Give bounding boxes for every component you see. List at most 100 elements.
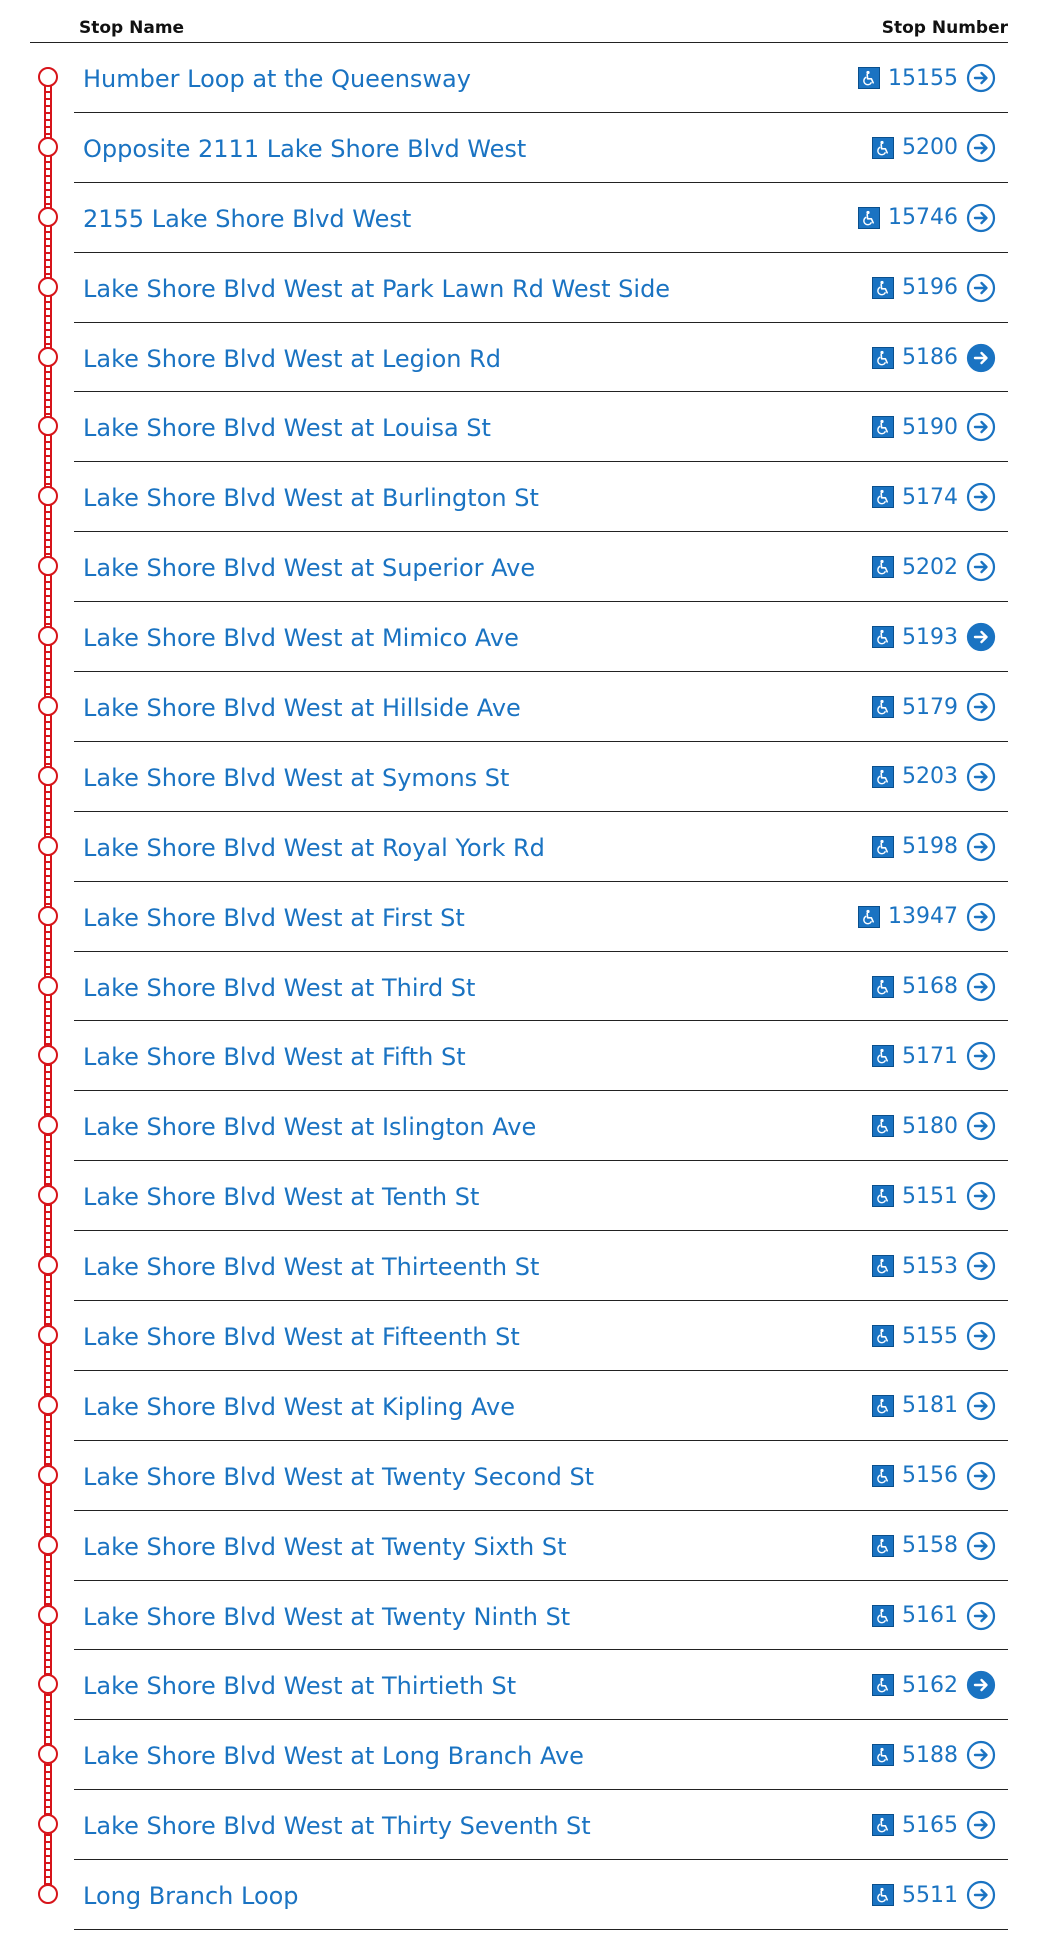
- stop-name-link[interactable]: Lake Shore Blvd West at Twenty Ninth St: [83, 1603, 570, 1631]
- wheelchair-icon: [858, 905, 880, 928]
- stop-name-link[interactable]: Lake Shore Blvd West at Symons St: [83, 764, 509, 792]
- stop-name-link[interactable]: Lake Shore Blvd West at Superior Ave: [83, 554, 535, 582]
- arrow-right-circle-icon[interactable]: [966, 1251, 996, 1281]
- arrow-right-circle-icon[interactable]: [966, 343, 996, 373]
- stop-number: 5186: [902, 345, 958, 371]
- arrow-right-circle-icon[interactable]: [966, 972, 996, 1002]
- stop-name-link[interactable]: Lake Shore Blvd West at Royal York Rd: [83, 834, 545, 862]
- stop-name-link[interactable]: Lake Shore Blvd West at Kipling Ave: [83, 1393, 515, 1421]
- stop-name-link[interactable]: Lake Shore Blvd West at First St: [83, 904, 465, 932]
- arrow-right-circle-icon[interactable]: [966, 692, 996, 722]
- wheelchair-icon: [872, 765, 894, 788]
- arrow-right-circle-icon[interactable]: [966, 1531, 996, 1561]
- stop-row: Lake Shore Blvd West at Symons St 5203: [30, 742, 1008, 812]
- arrow-right-circle-icon[interactable]: [966, 902, 996, 932]
- arrow-right-circle-icon[interactable]: [966, 1111, 996, 1141]
- stop-number-cell: 5198: [872, 832, 996, 862]
- wheelchair-icon: [872, 626, 894, 649]
- wheelchair-icon: [872, 1814, 894, 1837]
- stop-row: Lake Shore Blvd West at Fifteenth St 515…: [30, 1301, 1008, 1371]
- stop-number-cell: 5162: [872, 1670, 996, 1700]
- arrow-right-circle-icon[interactable]: [966, 133, 996, 163]
- stop-name-link[interactable]: Lake Shore Blvd West at Twenty Second St: [83, 1463, 594, 1491]
- arrow-right-circle-icon[interactable]: [966, 1601, 996, 1631]
- stop-name-link[interactable]: Lake Shore Blvd West at Thirtieth St: [83, 1672, 516, 1700]
- stop-number: 5171: [902, 1043, 958, 1069]
- stop-number-cell: 5190: [872, 412, 996, 442]
- stop-name-link[interactable]: Long Branch Loop: [83, 1882, 299, 1910]
- stop-number: 5190: [902, 414, 958, 440]
- wheelchair-icon: [872, 1744, 894, 1767]
- stop-marker-icon: [38, 765, 58, 786]
- stop-row: Lake Shore Blvd West at Fifth St 5171: [30, 1021, 1008, 1092]
- arrow-right-circle-icon[interactable]: [966, 273, 996, 303]
- arrow-right-circle-icon[interactable]: [966, 1321, 996, 1351]
- stop-marker-icon: [38, 1744, 58, 1765]
- stop-name-link[interactable]: Humber Loop at the Queensway: [83, 65, 471, 93]
- stop-name-link[interactable]: Lake Shore Blvd West at Mimico Ave: [83, 624, 519, 652]
- arrow-right-circle-icon[interactable]: [966, 1740, 996, 1770]
- wheelchair-icon: [872, 1325, 894, 1348]
- stop-name-link[interactable]: Lake Shore Blvd West at Legion Rd: [83, 345, 501, 373]
- stop-name-link[interactable]: Lake Shore Blvd West at Louisa St: [83, 414, 491, 442]
- stop-name-link[interactable]: 2155 Lake Shore Blvd West: [83, 205, 411, 233]
- stop-number: 5156: [902, 1463, 958, 1489]
- arrow-right-circle-icon[interactable]: [966, 482, 996, 512]
- stop-number-cell: 5202: [872, 552, 996, 582]
- stop-row: Opposite 2111 Lake Shore Blvd West 5200: [30, 113, 1008, 183]
- arrow-right-circle-icon[interactable]: [966, 1181, 996, 1211]
- wheelchair-icon: [872, 1884, 894, 1907]
- stop-name-link[interactable]: Lake Shore Blvd West at Thirty Seventh S…: [83, 1812, 591, 1840]
- stop-name-link[interactable]: Lake Shore Blvd West at Tenth St: [83, 1183, 479, 1211]
- stop-name-link[interactable]: Lake Shore Blvd West at Hillside Ave: [83, 694, 521, 722]
- arrow-right-circle-icon[interactable]: [966, 1461, 996, 1491]
- stop-number-cell: 5151: [872, 1181, 996, 1211]
- stop-marker-icon: [38, 276, 58, 297]
- arrow-right-circle-icon[interactable]: [966, 762, 996, 792]
- arrow-right-circle-icon[interactable]: [966, 1391, 996, 1421]
- arrow-right-circle-icon[interactable]: [966, 203, 996, 233]
- arrow-right-circle-icon[interactable]: [966, 63, 996, 93]
- stop-row: Lake Shore Blvd West at Park Lawn Rd Wes…: [30, 253, 1008, 323]
- stop-name-link[interactable]: Lake Shore Blvd West at Park Lawn Rd Wes…: [83, 275, 670, 303]
- stop-name-link[interactable]: Lake Shore Blvd West at Fifteenth St: [83, 1323, 520, 1351]
- stop-number-cell: 5196: [872, 273, 996, 303]
- stop-name-link[interactable]: Lake Shore Blvd West at Fifth St: [83, 1043, 466, 1071]
- arrow-right-circle-icon[interactable]: [966, 412, 996, 442]
- stop-number: 5202: [902, 554, 958, 580]
- stop-row: Lake Shore Blvd West at Legion Rd 5186: [30, 323, 1008, 393]
- stop-row: Lake Shore Blvd West at Third St 5168: [30, 952, 1008, 1022]
- stop-name-link[interactable]: Opposite 2111 Lake Shore Blvd West: [83, 135, 526, 163]
- arrow-right-circle-icon[interactable]: [966, 832, 996, 862]
- wheelchair-icon: [872, 136, 894, 159]
- wheelchair-icon: [858, 67, 880, 89]
- stop-row: Lake Shore Blvd West at Thirteenth St 51…: [30, 1231, 1008, 1302]
- stop-marker-icon: [38, 1534, 58, 1555]
- stop-number-cell: 5161: [872, 1601, 996, 1631]
- arrow-right-circle-icon[interactable]: [966, 552, 996, 582]
- stop-number-cell: 5156: [872, 1461, 996, 1491]
- stop-name-link[interactable]: Lake Shore Blvd West at Islington Ave: [83, 1113, 536, 1141]
- wheelchair-icon: [872, 486, 894, 509]
- stop-name-link[interactable]: Lake Shore Blvd West at Thirteenth St: [83, 1253, 539, 1281]
- stop-marker-icon: [38, 346, 58, 367]
- stop-number-cell: 5155: [872, 1321, 996, 1351]
- wheelchair-icon: [872, 975, 894, 998]
- stop-name-link[interactable]: Lake Shore Blvd West at Twenty Sixth St: [83, 1533, 567, 1561]
- arrow-right-circle-icon[interactable]: [966, 1041, 996, 1071]
- arrow-right-circle-icon[interactable]: [966, 1810, 996, 1840]
- stop-number: 5200: [902, 135, 958, 161]
- arrow-right-circle-icon[interactable]: [966, 1670, 996, 1700]
- stop-number: 5162: [902, 1672, 958, 1698]
- arrow-right-circle-icon[interactable]: [966, 622, 996, 652]
- stop-number: 5193: [902, 624, 958, 650]
- wheelchair-icon: [872, 346, 894, 369]
- arrow-right-circle-icon[interactable]: [966, 1880, 996, 1910]
- stop-name-link[interactable]: Lake Shore Blvd West at Burlington St: [83, 484, 539, 512]
- wheelchair-icon: [872, 556, 894, 579]
- stop-marker-icon: [38, 1185, 58, 1206]
- stop-name-link[interactable]: Lake Shore Blvd West at Long Branch Ave: [83, 1742, 584, 1770]
- stop-name-link[interactable]: Lake Shore Blvd West at Third St: [83, 974, 475, 1002]
- stop-number-cell: 5168: [872, 972, 996, 1002]
- stop-row: Lake Shore Blvd West at Superior Ave 520…: [30, 532, 1008, 603]
